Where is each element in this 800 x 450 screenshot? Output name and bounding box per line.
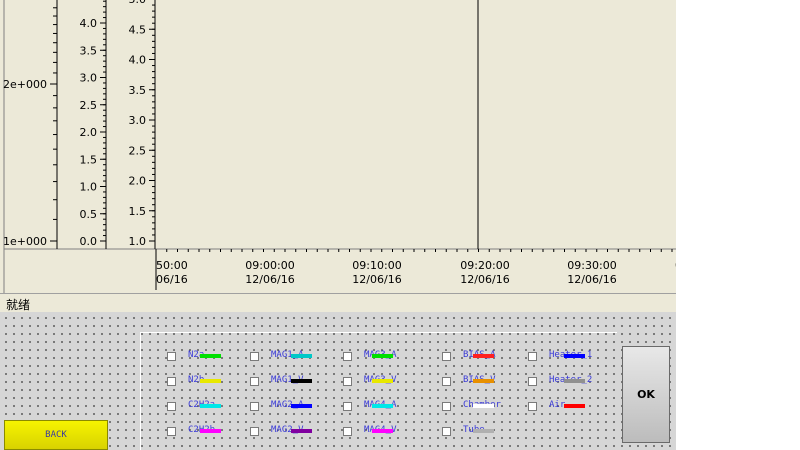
- legend-checkbox[interactable]: [343, 427, 352, 436]
- axis-a-tick-label: 4.0: [80, 17, 98, 30]
- legend-checkbox[interactable]: [250, 427, 259, 436]
- app-window: 2e+000 1e+000 4.5 4.0 3.5 3.0 2.5 2.0 1.5 1.0 0.5 0…: [0, 0, 676, 450]
- x-tick-date-label: 12/06/16: [460, 273, 509, 286]
- x-tick-date-label: 06/16: [156, 273, 188, 286]
- legend-color-swatch: [372, 354, 393, 358]
- legend-color-swatch: [200, 379, 221, 383]
- legend-checkbox[interactable]: [250, 377, 259, 386]
- legend-checkbox[interactable]: [442, 352, 451, 361]
- chart-canvas: 2e+000 1e+000 4.5 4.0 3.5 3.0 2.5 2.0 1.5 1.0 0.5 0…: [3, 0, 676, 293]
- legend-checkbox[interactable]: [442, 377, 451, 386]
- legend-color-swatch: [372, 404, 393, 408]
- legend-checkbox[interactable]: [528, 402, 537, 411]
- x-tick-clipped-label: 0: [675, 259, 676, 272]
- legend-checkbox[interactable]: [343, 402, 352, 411]
- legend-color-swatch: [291, 354, 312, 358]
- axis-a-tick-label: 3.0: [80, 72, 98, 85]
- legend-checkbox[interactable]: [167, 377, 176, 386]
- x-tick-date-label: 12/06/16: [352, 273, 401, 286]
- legend-color-swatch: [473, 354, 494, 358]
- x-tick-time-label: 09:30:00: [567, 259, 616, 272]
- axis-b-tick-label: 3.0: [129, 114, 147, 127]
- legend-color-swatch: [372, 429, 393, 433]
- status-bar: 就绪: [0, 293, 676, 313]
- trend-chart: 2e+000 1e+000 4.5 4.0 3.5 3.0 2.5 2.0 1.5 1.0 0.5 0…: [0, 0, 676, 293]
- legend-color-swatch: [473, 379, 494, 383]
- axis-a-tick-label: 2.0: [80, 126, 98, 139]
- legend-color-swatch: [291, 379, 312, 383]
- axis-b-tick-label: 2.5: [129, 144, 147, 157]
- legend-color-swatch: [200, 404, 221, 408]
- legend-color-swatch: [372, 379, 393, 383]
- legend-checkbox[interactable]: [250, 352, 259, 361]
- x-tick-date-label: 12/06/16: [567, 273, 616, 286]
- legend-checkbox[interactable]: [528, 377, 537, 386]
- legend-color-swatch: [564, 354, 585, 358]
- log-axis-tick-label: 1e+000: [3, 235, 47, 248]
- x-tick-time-label: 09:10:00: [352, 259, 401, 272]
- legend-panel: N2aN2bC2H2aC2H2bMAG1_AMAG1_VMAG2_AMAG2_V…: [140, 332, 617, 450]
- legend-checkbox[interactable]: [343, 377, 352, 386]
- axis-b-tick-label: 1.5: [129, 205, 147, 218]
- ok-button[interactable]: OK: [622, 346, 670, 443]
- x-tick-time-label: 09:00:00: [245, 259, 294, 272]
- legend-checkbox[interactable]: [167, 427, 176, 436]
- axis-a-tick-label: 3.5: [80, 44, 98, 57]
- legend-color-swatch: [473, 404, 494, 408]
- log-axis-tick-label: 2e+000: [3, 78, 47, 91]
- legend-label: Air: [549, 400, 566, 410]
- axis-b-tick-label: 1.0: [129, 235, 147, 248]
- axis-b-tick-label: 5.0: [129, 0, 147, 6]
- axis-b-tick-label: 4.0: [129, 54, 147, 67]
- legend-color-swatch: [200, 354, 221, 358]
- legend-checkbox[interactable]: [442, 402, 451, 411]
- legend-checkbox[interactable]: [167, 352, 176, 361]
- legend-color-swatch: [291, 429, 312, 433]
- axis-b-tick-label: 2.0: [129, 175, 147, 188]
- legend-checkbox[interactable]: [250, 402, 259, 411]
- status-text: 就绪: [6, 298, 31, 312]
- axis-a-tick-label: 0.0: [80, 235, 98, 248]
- axis-a-tick-label: 1.0: [80, 181, 98, 194]
- back-button[interactable]: BACK: [4, 420, 108, 450]
- axis-b-tick-label: 4.5: [129, 23, 147, 36]
- legend-checkbox[interactable]: [167, 402, 176, 411]
- axis-b-tick-label: 3.5: [129, 84, 147, 97]
- axis-a-tick-label: 2.5: [80, 99, 98, 112]
- axis-a-tick-label: 4.5: [80, 0, 98, 3]
- legend-checkbox[interactable]: [442, 427, 451, 436]
- legend-color-swatch: [473, 429, 494, 433]
- legend-color-swatch: [291, 404, 312, 408]
- axis-a-tick-label: 0.5: [80, 208, 98, 221]
- legend-checkbox[interactable]: [528, 352, 537, 361]
- control-panel: N2aN2bC2H2aC2H2bMAG1_AMAG1_VMAG2_AMAG2_V…: [0, 312, 676, 450]
- legend-checkbox[interactable]: [343, 352, 352, 361]
- axis-a-tick-label: 1.5: [80, 153, 98, 166]
- legend-color-swatch: [564, 404, 585, 408]
- x-tick-date-label: 12/06/16: [245, 273, 294, 286]
- legend-color-swatch: [564, 379, 585, 383]
- legend-color-swatch: [200, 429, 221, 433]
- x-tick-time-label: 50:00: [156, 259, 188, 272]
- x-tick-time-label: 09:20:00: [460, 259, 509, 272]
